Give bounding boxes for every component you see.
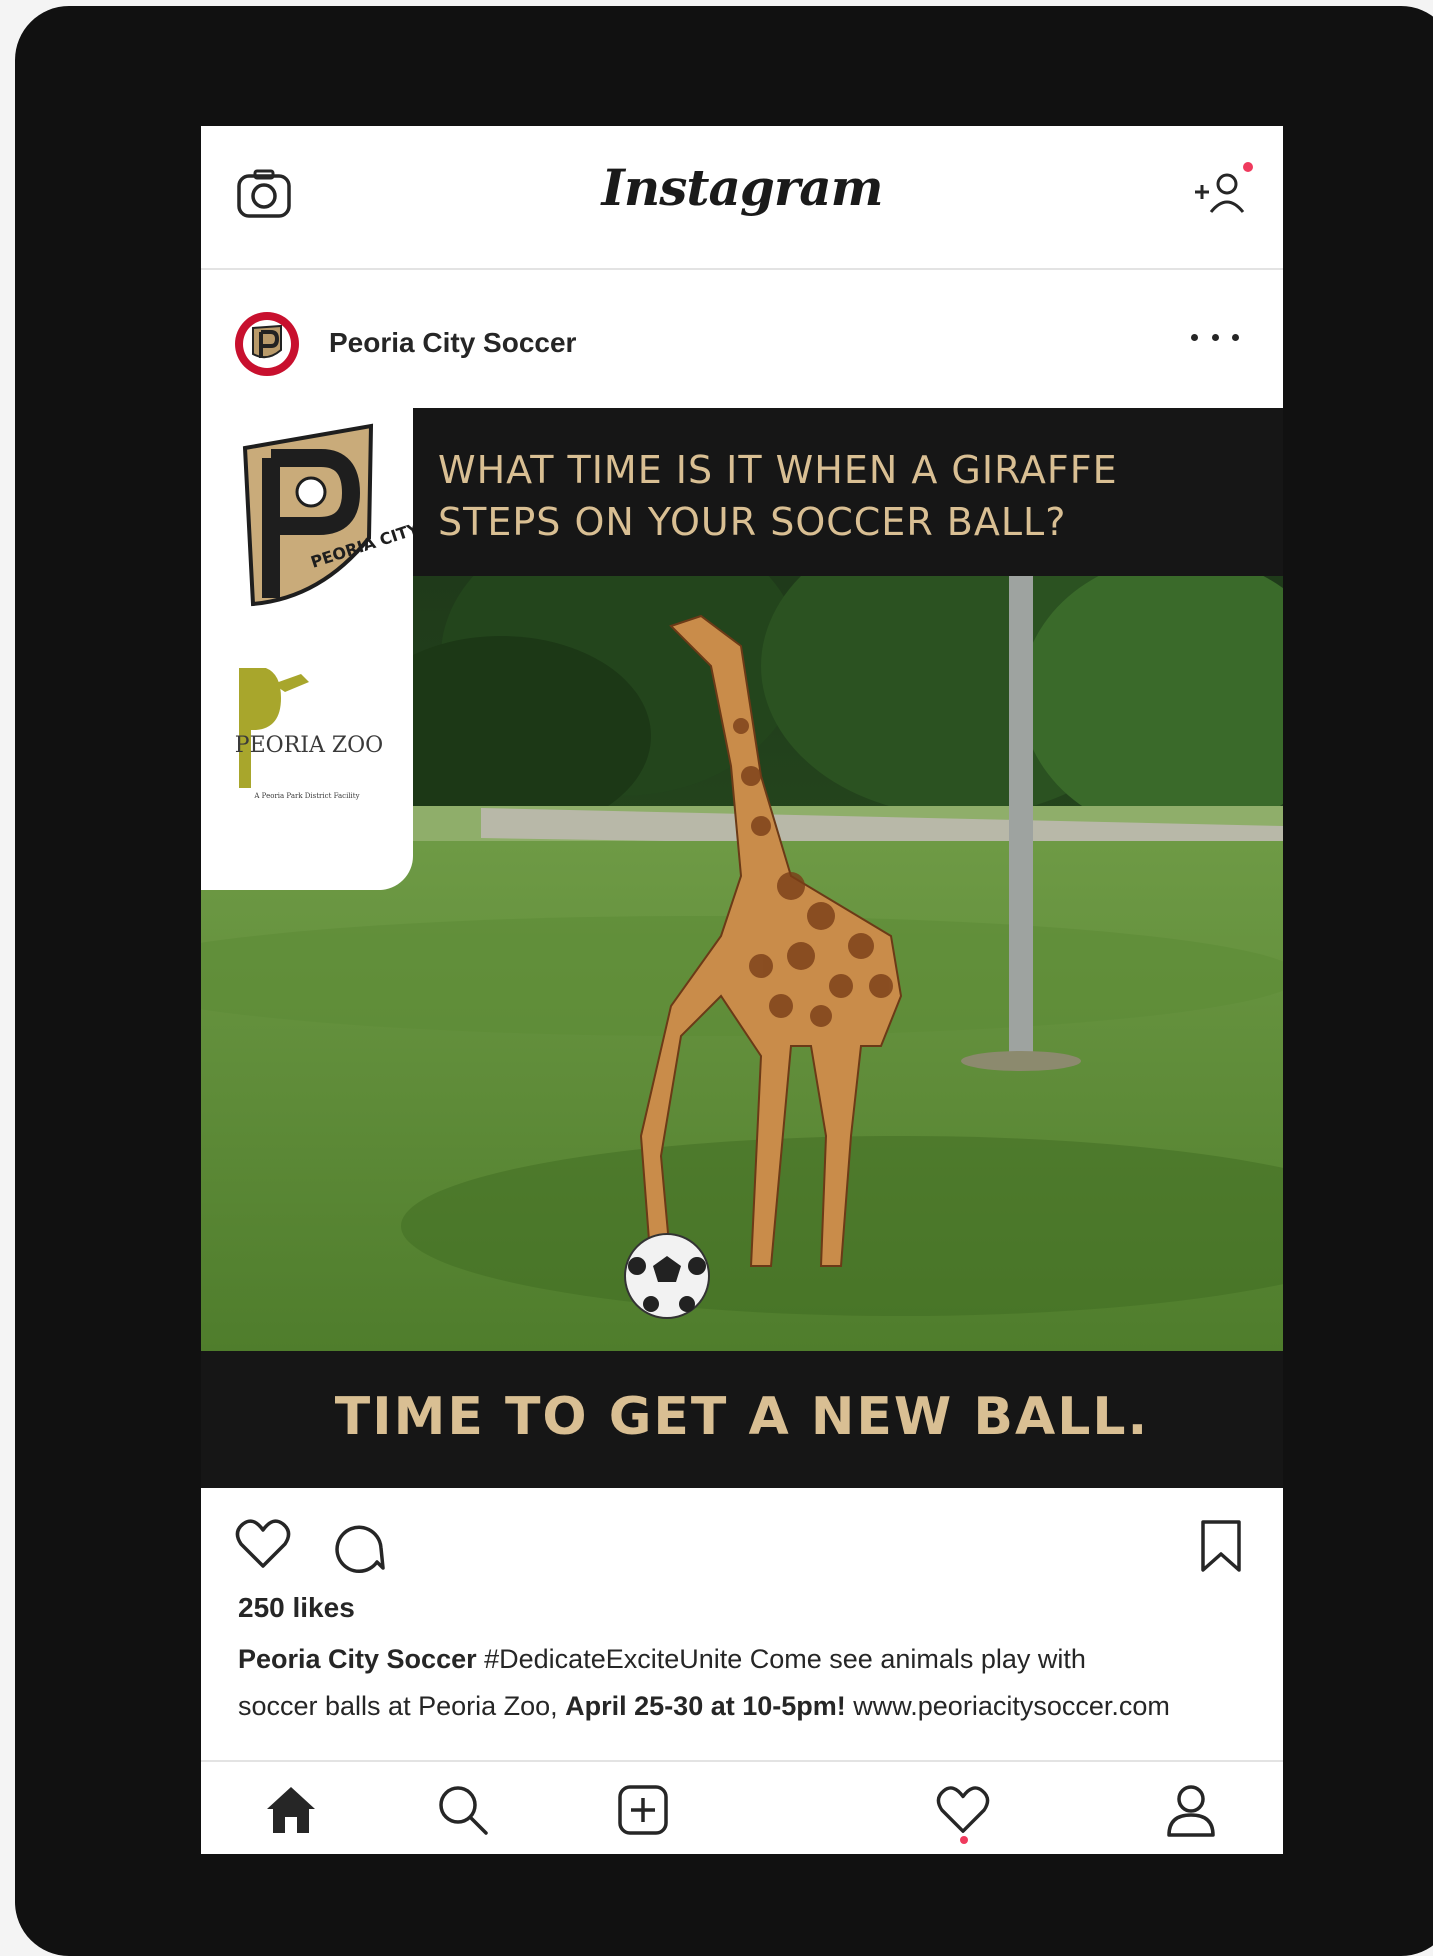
caption-author[interactable]: Peoria City Soccer xyxy=(238,1644,477,1674)
punchline-band: TIME TO GET A NEW BALL. xyxy=(201,1351,1283,1488)
home-icon xyxy=(267,1787,315,1833)
nav-search[interactable] xyxy=(427,1774,499,1846)
caption-line-1: Peoria City Soccer #DedicateExciteUnite … xyxy=(238,1636,1283,1683)
peoria-zoo-logo-text: PEORIA ZOO xyxy=(235,733,383,758)
profile-icon xyxy=(1167,1785,1215,1837)
activity-notification-dot xyxy=(960,1836,968,1844)
like-button[interactable] xyxy=(235,1518,291,1575)
bookmark-icon xyxy=(1201,1520,1241,1572)
headline-line-2: STEPS ON YOUR SOCCER BALL? xyxy=(438,500,1067,544)
nav-home[interactable] xyxy=(255,1774,327,1846)
top-bar: Instagram xyxy=(201,126,1283,270)
bottom-nav xyxy=(201,1760,1283,1854)
heart-icon xyxy=(235,1519,291,1568)
more-dot-icon xyxy=(1211,333,1219,341)
more-dot-icon xyxy=(1191,333,1198,341)
post-headline: WHAT TIME IS IT WHEN A GIRAFFE STEPS ON … xyxy=(438,444,1238,548)
headline-line-1: WHAT TIME IS IT WHEN A GIRAFFE xyxy=(438,448,1118,492)
save-button[interactable] xyxy=(1199,1518,1243,1579)
sponsor-logo-panel: PEORIA CITY PEORIA ZOO A Peoria Park Dis… xyxy=(201,408,413,890)
caption-line-2: soccer balls at Peoria Zoo, April 25-30 … xyxy=(238,1683,1283,1730)
post-image[interactable]: WHAT TIME IS IT WHEN A GIRAFFE STEPS ON … xyxy=(201,408,1283,1488)
post-header: Peoria City Soccer xyxy=(201,270,1283,408)
add-post-icon xyxy=(618,1785,668,1835)
instagram-wordmark: Instagram xyxy=(601,158,884,217)
avatar[interactable] xyxy=(235,312,299,376)
post-username[interactable]: Peoria City Soccer xyxy=(329,327,576,359)
post-punchline: TIME TO GET A NEW BALL. xyxy=(334,1387,1150,1447)
peoria-zoo-tagline: A Peoria Park District Facility xyxy=(253,792,359,800)
comment-button[interactable] xyxy=(331,1518,387,1579)
post-caption: Peoria City Soccer #DedicateExciteUnite … xyxy=(238,1636,1283,1730)
comment-icon xyxy=(335,1525,385,1573)
activity-heart-icon xyxy=(936,1786,990,1833)
notification-dot xyxy=(1243,162,1253,172)
peoria-city-logo: PEORIA CITY xyxy=(242,423,413,607)
post-actions xyxy=(201,1488,1283,1588)
peoria-zoo-logo: PEORIA ZOO A Peoria Park District Facili… xyxy=(235,668,383,800)
nav-profile[interactable] xyxy=(1155,1774,1227,1846)
tablet-frame: Instagram Peoria City Soccer WHAT TIME I… xyxy=(15,6,1433,1956)
caption-link[interactable]: www.peoriacitysoccer.com xyxy=(846,1691,1170,1721)
more-dot-icon xyxy=(1232,333,1239,341)
more-options-button[interactable] xyxy=(1191,322,1239,352)
caption-text: soccer balls at Peoria Zoo, xyxy=(238,1691,566,1721)
caption-text: #DedicateExciteUnite Come see animals pl… xyxy=(476,1644,1086,1674)
peoria-city-crest-icon xyxy=(252,324,282,359)
instagram-screen: Instagram Peoria City Soccer WHAT TIME I… xyxy=(201,126,1283,1854)
likes-count[interactable]: 250 likes xyxy=(238,1592,355,1624)
caption-event-date: April 25-30 at 10-5pm! xyxy=(565,1691,846,1721)
search-icon xyxy=(439,1786,488,1835)
nav-create[interactable] xyxy=(607,1774,679,1846)
